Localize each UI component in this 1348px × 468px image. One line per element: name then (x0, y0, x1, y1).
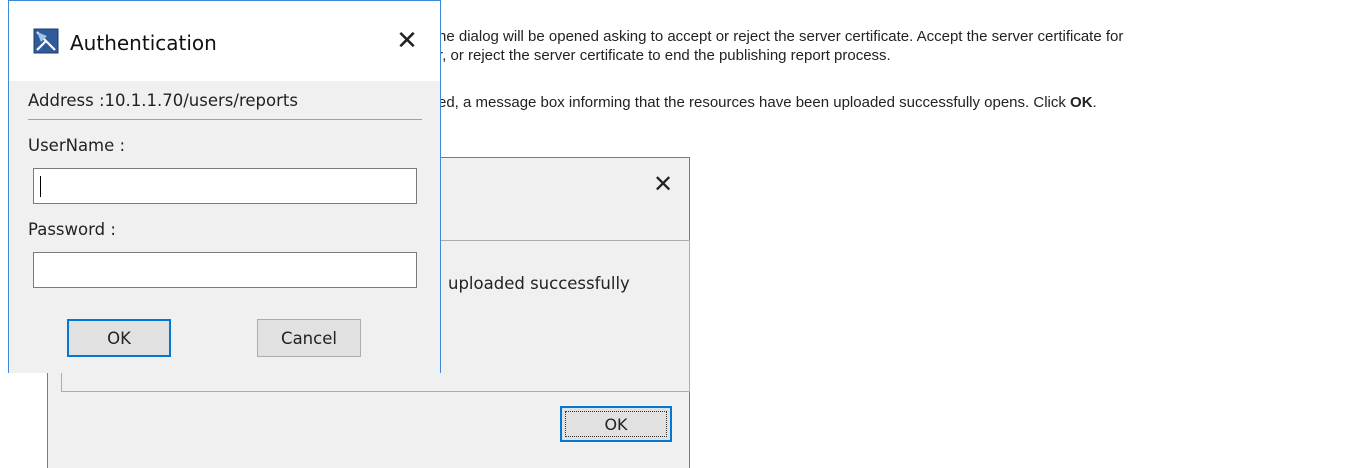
doc-text-line-2: r, or reject the server certificate to e… (438, 47, 891, 64)
close-icon[interactable]: ✕ (393, 27, 421, 55)
dialog-body: Address :10.1.1.70/users/reports UserNam… (9, 81, 440, 373)
doc-text-line-3: ed, a message box informing that the res… (438, 94, 1097, 112)
doc-text-line-1: he dialog will be opened asking to accep… (438, 28, 1124, 45)
doc-text-ok-emphasis: OK (1070, 94, 1093, 111)
password-field[interactable] (33, 252, 417, 288)
text-caret (40, 176, 41, 197)
app-logo-icon (33, 28, 59, 54)
username-label: UserName : (28, 136, 126, 155)
close-icon[interactable]: ✕ (651, 172, 675, 196)
cancel-button[interactable]: Cancel (257, 319, 361, 357)
title-bar[interactable]: Authentication ✕ (9, 1, 440, 81)
authentication-dialog: Authentication ✕ Address :10.1.1.70/user… (8, 0, 441, 373)
separator (28, 119, 422, 120)
dialog-title: Authentication (70, 31, 217, 55)
server-address: Address :10.1.1.70/users/reports (28, 91, 298, 110)
ok-button[interactable]: OK (67, 319, 171, 357)
focus-rectangle (565, 411, 667, 437)
doc-text-line-3-prefix: ed, a message box informing that the res… (438, 94, 1071, 111)
password-label: Password : (28, 220, 116, 239)
message-text: uploaded successfully (448, 274, 630, 293)
ok-button[interactable]: OK (560, 406, 672, 442)
username-field[interactable] (33, 168, 417, 204)
doc-text-line-3-suffix: . (1092, 94, 1097, 111)
